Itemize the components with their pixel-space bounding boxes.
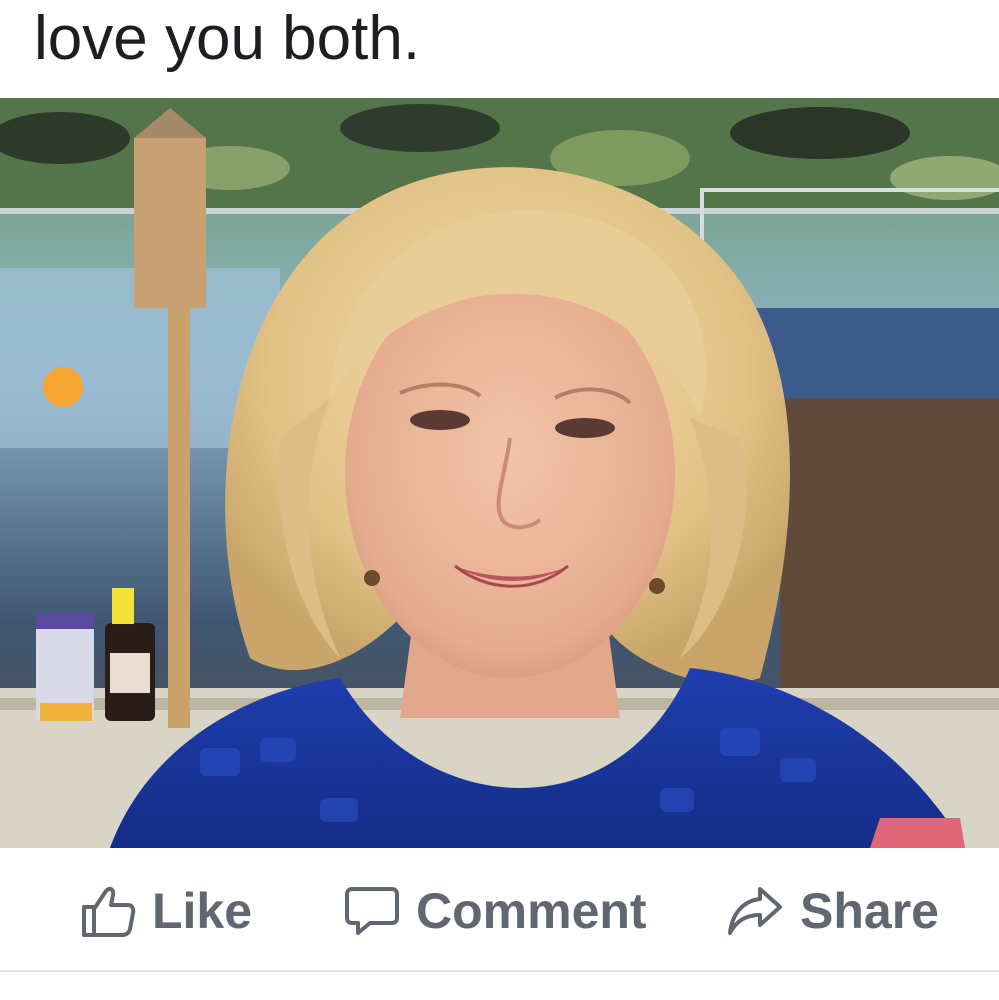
speech-bubble-icon bbox=[344, 883, 400, 939]
comment-button[interactable]: Comment bbox=[344, 876, 647, 946]
portrait-photo-image bbox=[0, 98, 999, 848]
share-button[interactable]: Share bbox=[726, 876, 939, 946]
comment-label: Comment bbox=[416, 883, 647, 939]
bottom-divider bbox=[0, 970, 999, 972]
share-arrow-icon bbox=[726, 883, 784, 939]
like-button[interactable]: Like bbox=[80, 876, 252, 946]
share-label: Share bbox=[800, 883, 939, 939]
like-label: Like bbox=[152, 883, 253, 939]
thumbs-up-icon bbox=[80, 883, 136, 939]
post-photo[interactable] bbox=[0, 98, 999, 848]
post-action-bar: Like Comment Share bbox=[0, 848, 999, 970]
post-message: love you both. bbox=[34, 4, 421, 73]
post-card: love you both. Like Comment Share bbox=[0, 0, 999, 1000]
